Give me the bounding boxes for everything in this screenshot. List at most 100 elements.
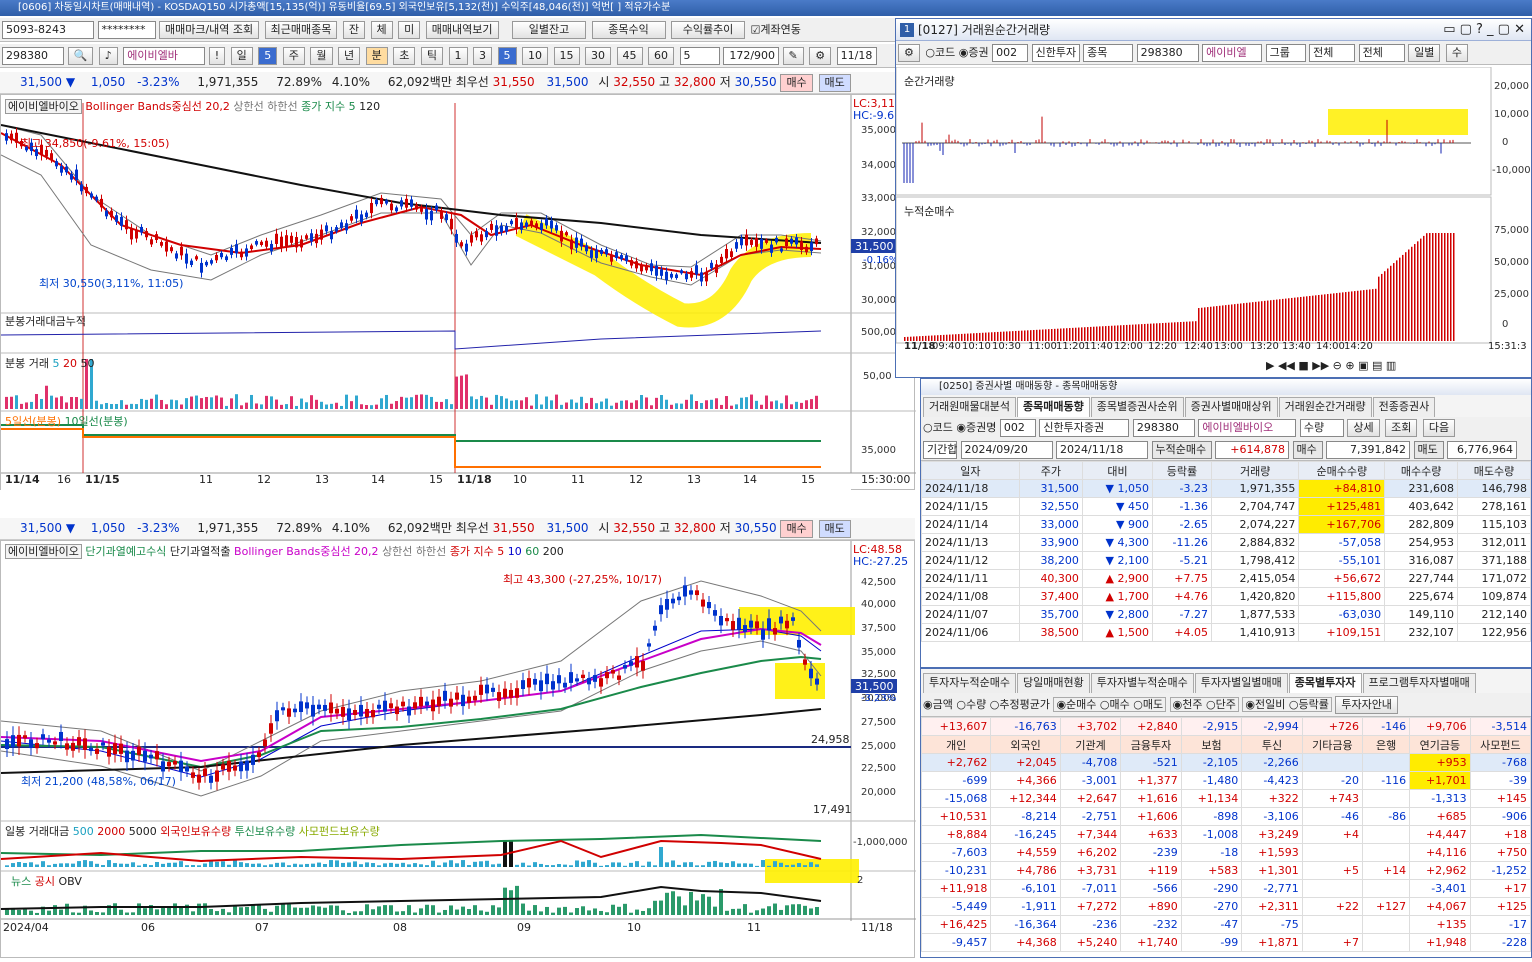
p4-ma10[interactable]: 10일선(분봉): [65, 415, 128, 428]
date-field[interactable]: 11/18: [836, 47, 877, 65]
p3-label[interactable]: 분봉 거래: [5, 357, 49, 370]
investor-guide-button[interactable]: 투자자안내: [1335, 696, 1398, 714]
tab-today[interactable]: 당일매매현황: [1016, 673, 1090, 693]
table-row[interactable]: 2024/11/15 32,550 ▼ 450 -1.36 2,704,747 +125,…: [921, 497, 1531, 516]
group-select[interactable]: 그룹: [1265, 44, 1306, 62]
table-row[interactable]: +11,918 -6,101 -7,011 -566 -290 -2,771 -3,401 +…: [920, 879, 1532, 898]
legend-stock-name[interactable]: 에이비엘바이오: [5, 99, 82, 114]
all-select-1[interactable]: 전체: [1309, 44, 1356, 62]
broker-code-select-2[interactable]: 002: [999, 419, 1036, 437]
radio-sell[interactable]: ○: [1133, 698, 1143, 711]
from-date[interactable]: 2024/09/20: [960, 441, 1053, 459]
table-row[interactable]: -15,068 +12,344 +2,647 +1,616 +1,134 +322 +743…: [920, 789, 1532, 808]
broker-code-select[interactable]: 002: [992, 44, 1029, 62]
daily-chart-panel[interactable]: 에이비엘바이오 단기과열예고수식 단기과열적출 Bollinger Bands중…: [0, 540, 916, 958]
table-row[interactable]: +16,425 -16,364 -236 -232 -47 -75 +135 -17: [920, 915, 1532, 934]
settings-icon[interactable]: ⚙: [898, 44, 920, 62]
table-row[interactable]: -10,231 +4,786 +3,731 +119 +583 +1,301 +5 +14 +2…: [920, 861, 1532, 880]
tool-icon[interactable]: ✎: [782, 47, 804, 65]
p3-ma5[interactable]: 5: [52, 357, 59, 370]
minute-chart-panel[interactable]: 에이비엘바이오 Bollinger Bands중심선 20,2 상한선 하한선 …: [0, 94, 916, 491]
period-year[interactable]: 년: [338, 47, 361, 65]
p2-pef[interactable]: 사모펀드보유수량: [299, 825, 380, 838]
password-field[interactable]: ********: [97, 21, 156, 39]
radio-rate[interactable]: ○: [1289, 698, 1299, 711]
interval-60[interactable]: 60: [648, 47, 675, 65]
sell-button-2[interactable]: 매도: [818, 519, 851, 538]
period-week[interactable]: 주: [282, 47, 305, 65]
col-header[interactable]: 주가: [1018, 461, 1083, 480]
stock-name-field-3[interactable]: 에이비엘바이오: [1198, 419, 1297, 437]
interval-select[interactable]: 5: [679, 47, 720, 65]
period-count[interactable]: 5: [258, 47, 278, 65]
col-header[interactable]: 매도수량: [1457, 461, 1531, 480]
radio-thousand[interactable]: ◉: [1173, 698, 1183, 711]
legend-bb[interactable]: Bollinger Bands중심선 20,2: [85, 100, 230, 113]
profit-trend-button[interactable]: 수익률추이: [671, 21, 746, 39]
p4-ma5[interactable]: 5일선(분봉): [5, 415, 61, 428]
p2-5000[interactable]: 5000: [129, 825, 157, 838]
legend-overheat[interactable]: 단기과열적출: [170, 545, 231, 558]
code-radio[interactable]: ○: [925, 46, 935, 59]
sell-button[interactable]: 매도: [818, 73, 851, 92]
speaker-icon[interactable]: ♪: [98, 47, 118, 65]
table-row[interactable]: 2024/11/13 33,900 ▼ 4,300 -11.26 2,884,832 -5…: [921, 533, 1531, 552]
to-date[interactable]: 2024/11/18: [1056, 441, 1148, 459]
stock-code-field[interactable]: 298380: [1136, 44, 1199, 62]
table-row[interactable]: -7,603 +4,559 +6,202 -239 -18 +1,593 +4,116 +75…: [920, 843, 1532, 862]
radio-prev[interactable]: ◉: [1245, 698, 1255, 711]
tab-investor-cum-2[interactable]: 투자자별누적순매수: [1090, 673, 1194, 693]
p2-trust[interactable]: 투신보유수량: [235, 825, 296, 838]
col-header[interactable]: 일자: [921, 461, 1020, 480]
legend-bb-2[interactable]: Bollinger Bands중심선 20,2: [234, 545, 379, 558]
kind-select[interactable]: 종목: [1083, 44, 1134, 62]
col-header[interactable]: 사모펀드: [1469, 735, 1532, 754]
name-radio[interactable]: ◉: [956, 421, 966, 434]
p2-label-2[interactable]: 일봉 거래대금: [5, 825, 69, 838]
interval-5[interactable]: 5: [497, 47, 517, 65]
legend-lower-2[interactable]: 하한선: [416, 545, 446, 558]
col-header[interactable]: 거래량: [1210, 461, 1300, 480]
interval-10[interactable]: 10: [522, 47, 549, 65]
alert-icon[interactable]: !: [208, 47, 226, 65]
detail-button[interactable]: 상세: [1347, 419, 1380, 437]
stock-code-input[interactable]: 298380: [2, 47, 64, 65]
col-header[interactable]: 대비: [1081, 461, 1154, 480]
recent-trades-button[interactable]: 최근매매종목: [264, 21, 338, 39]
col-header[interactable]: 순매수수량: [1298, 461, 1386, 480]
col-header[interactable]: 등락률: [1152, 461, 1212, 480]
radio-avg[interactable]: ○: [990, 698, 1000, 711]
legend-lower[interactable]: 하한선: [267, 100, 297, 113]
p3-ma20[interactable]: 20: [63, 357, 77, 370]
table-row[interactable]: -699 +4,366 -3,001 +1,377 -1,480 -4,423 -20 -11…: [920, 771, 1532, 790]
period-month[interactable]: 월: [310, 47, 333, 65]
period-select[interactable]: 기간합: [923, 441, 957, 459]
table-row[interactable]: 2024/11/18 31,500 ▼ 1,050 -3.23 1,971,355 +84…: [921, 479, 1531, 498]
interval-3[interactable]: 3: [473, 47, 493, 65]
tab-volume-profile[interactable]: 거래원매물대분석: [923, 397, 1016, 417]
account-link-checkbox[interactable]: ☑: [751, 24, 761, 37]
legend-200[interactable]: 200: [543, 545, 564, 558]
col-header[interactable]: 기관계: [1059, 735, 1122, 754]
radio-buy[interactable]: ○: [1100, 698, 1110, 711]
table-row[interactable]: 2024/11/08 37,400 ▲ 1,700 +4.76 1,420,820 +11…: [921, 587, 1531, 606]
all-select-2[interactable]: 전체: [1358, 44, 1405, 62]
col-header[interactable]: 외국인: [990, 735, 1061, 754]
legend-stock-name-2[interactable]: 에이비엘바이오: [5, 544, 82, 559]
tab-program[interactable]: 프로그램투자자별매매: [1362, 673, 1476, 693]
table-row[interactable]: 2024/11/12 38,200 ▼ 2,100 -5.21 1,798,412 -55…: [921, 551, 1531, 570]
window-controls-icon[interactable]: ▭ ▢ ? _ ▢ ✕: [1443, 19, 1525, 41]
stock-name-field-2[interactable]: 에이비엘: [1202, 44, 1263, 62]
daily-balance-button[interactable]: 일별잔고: [512, 21, 587, 39]
col-header[interactable]: 연기금등: [1409, 735, 1471, 754]
filled-button[interactable]: 체: [370, 21, 393, 39]
radio-net[interactable]: ◉: [1056, 698, 1066, 711]
legend-close-2[interactable]: 종가 지수 5: [450, 545, 504, 558]
table-row[interactable]: -5,449 -1,911 +7,272 +890 -270 +2,311 +22 +127 +…: [920, 897, 1532, 916]
sec-radio[interactable]: ◉: [959, 46, 969, 59]
table-row[interactable]: +8,884 -16,245 +7,344 +633 -1,008 +3,249 +4 +4,…: [920, 825, 1532, 844]
bar-count-field[interactable]: 172/900: [723, 47, 780, 65]
radio-amount[interactable]: ◉: [923, 698, 933, 711]
p2-2000[interactable]: 2000: [97, 825, 125, 838]
p2-foreign[interactable]: 외국인보유수량: [160, 825, 231, 838]
